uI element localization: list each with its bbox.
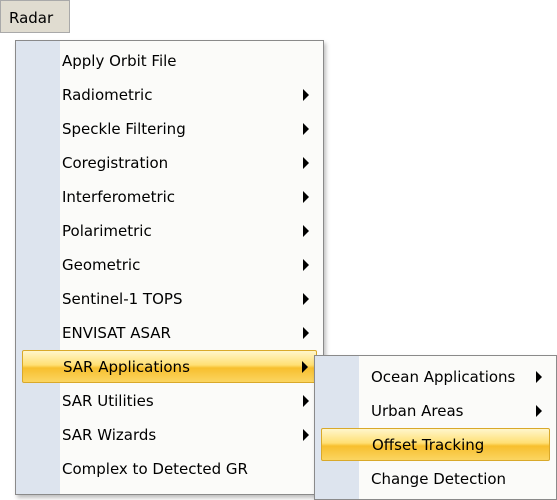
menu-item-sar-applications[interactable]: SAR Applications bbox=[22, 350, 317, 383]
menu-item-speckle-filtering[interactable]: Speckle Filtering bbox=[22, 112, 317, 145]
menu-item-sar-utilities[interactable]: SAR Utilities bbox=[22, 384, 317, 417]
menu-item-label: Geometric bbox=[62, 255, 141, 274]
submenu-arrow-icon bbox=[302, 360, 308, 373]
menu-item-urban-areas[interactable]: Urban Areas bbox=[321, 394, 550, 427]
menu-item-offset-tracking[interactable]: Offset Tracking bbox=[321, 428, 550, 461]
menu-item-radiometric[interactable]: Radiometric bbox=[22, 78, 317, 111]
submenu-arrow-icon bbox=[303, 190, 309, 203]
submenu-arrow-icon bbox=[303, 428, 309, 441]
menu-item-label: ENVISAT ASAR bbox=[62, 323, 171, 342]
menu-item-label: Sentinel-1 TOPS bbox=[62, 289, 183, 308]
menu-item-label: Radiometric bbox=[62, 85, 153, 104]
submenu-arrow-icon bbox=[303, 88, 309, 101]
menu-item-change-detection[interactable]: Change Detection bbox=[321, 462, 550, 495]
submenu-arrow-icon bbox=[303, 326, 309, 339]
menu-item-label: Speckle Filtering bbox=[62, 119, 186, 138]
menu-item-label: SAR Wizards bbox=[62, 425, 157, 444]
menu-item-label: Apply Orbit File bbox=[62, 51, 177, 70]
menu-radar-label: Radar bbox=[9, 9, 54, 27]
menu-item-label: Coregistration bbox=[62, 153, 169, 172]
menu-item-label: Offset Tracking bbox=[372, 435, 485, 454]
menu-item-label: Interferometric bbox=[62, 187, 176, 206]
submenu-arrow-icon bbox=[303, 156, 309, 169]
menu-item-label: Polarimetric bbox=[62, 221, 152, 240]
menu-item-polarimetric[interactable]: Polarimetric bbox=[22, 214, 317, 247]
menu-item-geometric[interactable]: Geometric bbox=[22, 248, 317, 281]
submenu-arrow-icon bbox=[303, 224, 309, 237]
submenu-arrow-icon bbox=[303, 292, 309, 305]
menu-item-label: Change Detection bbox=[371, 469, 507, 488]
menu-item-sentinel-1-tops[interactable]: Sentinel-1 TOPS bbox=[22, 282, 317, 315]
menu-item-interferometric[interactable]: Interferometric bbox=[22, 180, 317, 213]
menu-radar[interactable]: Radar bbox=[0, 0, 70, 33]
submenu-arrow-icon bbox=[303, 122, 309, 135]
submenu-arrow-icon bbox=[303, 258, 309, 271]
radar-menu: Apply Orbit File Radiometric Speckle Fil… bbox=[15, 40, 324, 495]
menu-item-label: Urban Areas bbox=[371, 401, 464, 420]
submenu-arrow-icon bbox=[536, 404, 542, 417]
menu-item-coregistration[interactable]: Coregistration bbox=[22, 146, 317, 179]
menu-item-sar-wizards[interactable]: SAR Wizards bbox=[22, 418, 317, 451]
submenu-arrow-icon bbox=[303, 394, 309, 407]
menu-item-label: SAR Applications bbox=[63, 357, 190, 376]
sar-applications-submenu: Ocean Applications Urban Areas Offset Tr… bbox=[314, 355, 557, 500]
menu-item-label: Ocean Applications bbox=[371, 367, 516, 386]
menu-item-envisat-asar[interactable]: ENVISAT ASAR bbox=[22, 316, 317, 349]
menu-item-label: SAR Utilities bbox=[62, 391, 154, 410]
menu-item-apply-orbit-file[interactable]: Apply Orbit File bbox=[22, 44, 317, 77]
menu-item-ocean-applications[interactable]: Ocean Applications bbox=[321, 360, 550, 393]
menu-item-label: Complex to Detected GR bbox=[62, 459, 248, 478]
menu-item-complex-to-detected-gr[interactable]: Complex to Detected GR bbox=[22, 452, 317, 485]
submenu-arrow-icon bbox=[536, 370, 542, 383]
